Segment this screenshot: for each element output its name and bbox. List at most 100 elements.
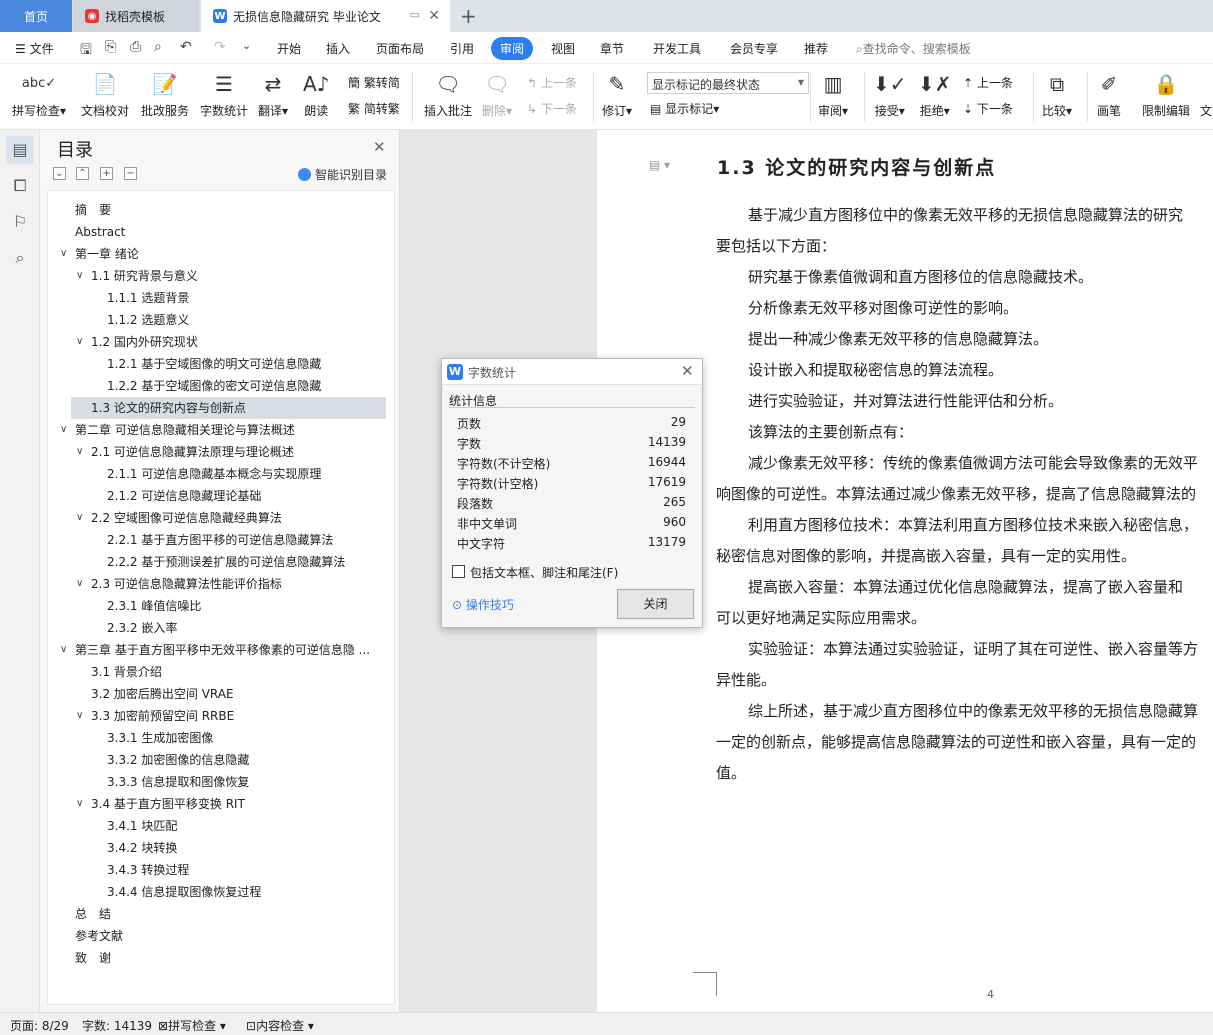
reject-button[interactable]: ⬇✗ 拒绝▾ [918,70,952,119]
toc-item[interactable]: 1.2.2 基于空域图像的密文可逆信息隐藏 [48,375,394,397]
next-comment-button[interactable]: ↳ 下一条 [527,100,577,117]
collapse-arrow-icon[interactable]: ∨ [76,265,83,287]
smart-toc-button[interactable]: 智能识别目录 [298,166,387,183]
insert-comment-button[interactable]: 🗨 插入批注 [424,70,472,119]
redo-icon[interactable]: ↷ [214,39,226,55]
toc-item[interactable]: 2.3.2 嵌入率 [48,617,394,639]
collapse-arrow-icon[interactable]: ∨ [76,793,83,815]
toc-item[interactable]: ∨ 2.3 可逆信息隐藏算法性能评价指标 [48,573,394,595]
menu-developer[interactable]: 开发工具 [653,40,701,57]
collapse-arrow-icon[interactable]: ∨ [76,705,83,727]
restrict-edit-button[interactable]: 🔒 限制编辑 [1142,70,1190,119]
new-tab-icon[interactable]: + [460,4,477,28]
page-indicator[interactable]: 页面: 8/29 [10,1017,69,1034]
doc-proof-button[interactable]: 📄 文档校对 [81,70,129,119]
revision-service-button[interactable]: 📝 批改服务 [141,70,189,119]
toc-item[interactable]: 1.1.2 选题意义 [48,309,394,331]
close-tab-icon[interactable]: ✕ [428,8,440,24]
toc-item[interactable]: ∨ 第三章 基于直方图平移中无效平移像素的可逆信息隐 ... [48,639,394,661]
collapse-arrow-icon[interactable]: ∨ [76,441,83,463]
delete-comment-button[interactable]: 🗨 删除▾ [482,70,512,119]
toc-item[interactable]: 3.4.4 信息提取图像恢复过程 [48,881,394,903]
menu-references[interactable]: 引用 [450,40,474,57]
word-count-button[interactable]: ☰ 字数统计 [200,70,248,119]
collapse-arrow-icon[interactable]: ∨ [60,243,67,265]
toc-item[interactable]: 致 谢 [48,947,394,969]
trad-to-simp-button[interactable]: 簡 繁转简 [348,74,400,91]
bookmark-icon[interactable]: ⚐ [6,208,34,236]
toc-item[interactable]: 3.4.1 块匹配 [48,815,394,837]
toc-item[interactable]: 2.1.1 可逆信息隐藏基本概念与实现原理 [48,463,394,485]
include-textbox-checkbox[interactable] [452,565,465,578]
toc-item[interactable]: 3.3.1 生成加密图像 [48,727,394,749]
collapse-all-icon[interactable]: ⌄ [53,167,66,180]
collapse-arrow-icon[interactable]: ∨ [76,507,83,529]
toc-item[interactable]: ∨ 2.2 空域图像可逆信息隐藏经典算法 [48,507,394,529]
command-search[interactable]: ⌕查找命令、搜索模板 [856,40,971,57]
toc-item[interactable]: ∨ 第二章 可逆信息隐藏相关理论与算法概述 [48,419,394,441]
tab-home[interactable]: 首页 [0,0,72,32]
print-icon[interactable]: ⎙ [130,39,141,55]
collapse-arrow-icon[interactable]: ∨ [76,573,83,595]
toc-item[interactable]: 3.4.3 转换过程 [48,859,394,881]
quick-access-more-icon[interactable]: ⌄ [242,39,251,52]
prev-comment-button[interactable]: ↰ 上一条 [527,74,577,91]
toc-item[interactable]: 摘 要 [48,199,394,221]
toc-item-selected[interactable]: 1.3 论文的研究内容与创新点 [71,397,386,419]
toc-item[interactable]: 3.2 加密后腾出空间 VRAE [48,683,394,705]
ribbon-more-button[interactable]: 文 [1200,102,1212,119]
tips-link[interactable]: ⊙ 操作技巧 [452,596,514,613]
include-textbox-label[interactable]: 包括文本框、脚注和尾注(F) [470,564,618,581]
toc-item[interactable]: ∨ 1.1 研究背景与意义 [48,265,394,287]
toc-item[interactable]: Abstract [48,221,394,243]
save-icon[interactable]: 🖫 [80,39,92,63]
toc-item[interactable]: 1.1.1 选题背景 [48,287,394,309]
menu-review[interactable]: 审阅 [491,37,534,60]
close-toc-icon[interactable]: ✕ [373,138,386,156]
menu-insert[interactable]: 插入 [326,40,350,57]
remove-heading-icon[interactable]: − [124,167,137,180]
translate-button[interactable]: ⇄ 翻译▾ [258,70,288,119]
collapse-arrow-icon[interactable]: ∨ [60,419,67,441]
next-change-button[interactable]: ⇣ 下一条 [963,100,1013,117]
review-pane-button[interactable]: ▥ 审阅▾ [818,70,848,119]
accept-button[interactable]: ⬇✓ 接受▾ [873,70,907,119]
spell-check-button[interactable]: abc✓ 拼写检查▾ [12,70,66,119]
close-button[interactable]: 关闭 [617,589,694,619]
find-icon[interactable]: ⌕ [6,244,34,272]
window-mode-icon[interactable]: ▭ [410,8,420,21]
chapter-nav-icon[interactable]: ⧠ [6,172,34,200]
tab-templates[interactable]: ◉ 找稻壳模板 [73,0,199,32]
expand-up-icon[interactable]: ⌃ [76,167,89,180]
markup-state-select[interactable]: 显示标记的最终状态 [647,72,809,94]
toc-item[interactable]: ∨ 2.1 可逆信息隐藏算法原理与理论概述 [48,441,394,463]
menu-membership[interactable]: 会员专享 [730,40,778,57]
spell-check-status[interactable]: ⊠拼写检查 ▾ [158,1017,226,1034]
print-preview-icon[interactable]: ⌕ [154,39,162,55]
toc-item[interactable]: 3.4.2 块转换 [48,837,394,859]
collapse-arrow-icon[interactable]: ∨ [60,639,67,661]
menu-recommend[interactable]: 推荐 [804,40,828,57]
content-check-status[interactable]: ⊡内容检查 ▾ [246,1017,314,1034]
toc-item[interactable]: 总 结 [48,903,394,925]
show-markup-button[interactable]: ▤ 显示标记▾ [650,100,719,117]
tab-document[interactable]: W 无损信息隐藏研究 毕业论文 ▭ ✕ [201,0,450,32]
word-count-indicator[interactable]: 字数: 14139 [82,1017,152,1034]
add-heading-icon[interactable]: + [100,167,113,180]
toc-item[interactable]: 3.3.2 加密图像的信息隐藏 [48,749,394,771]
undo-icon[interactable]: ↶ [180,39,192,55]
menu-page-layout[interactable]: 页面布局 [376,40,424,57]
menu-view[interactable]: 视图 [551,40,575,57]
toc-item[interactable]: 2.3.1 峰值信噪比 [48,595,394,617]
page-options-icon[interactable]: ▤ ▾ [649,158,670,172]
toc-item[interactable]: 2.1.2 可逆信息隐藏理论基础 [48,485,394,507]
compare-button[interactable]: ⧉ 比较▾ [1042,70,1072,119]
toc-item[interactable]: ∨ 3.3 加密前预留空间 RRBE [48,705,394,727]
menu-chapter[interactable]: 章节 [600,40,624,57]
toc-item[interactable]: ∨ 1.2 国内外研究现状 [48,331,394,353]
collapse-arrow-icon[interactable]: ∨ [76,331,83,353]
toc-nav-icon[interactable]: ▤ [6,136,34,164]
toc-item[interactable]: ∨ 第一章 绪论 [48,243,394,265]
toc-item[interactable]: 参考文献 [48,925,394,947]
file-menu[interactable]: ☰ 文件 [15,40,54,57]
